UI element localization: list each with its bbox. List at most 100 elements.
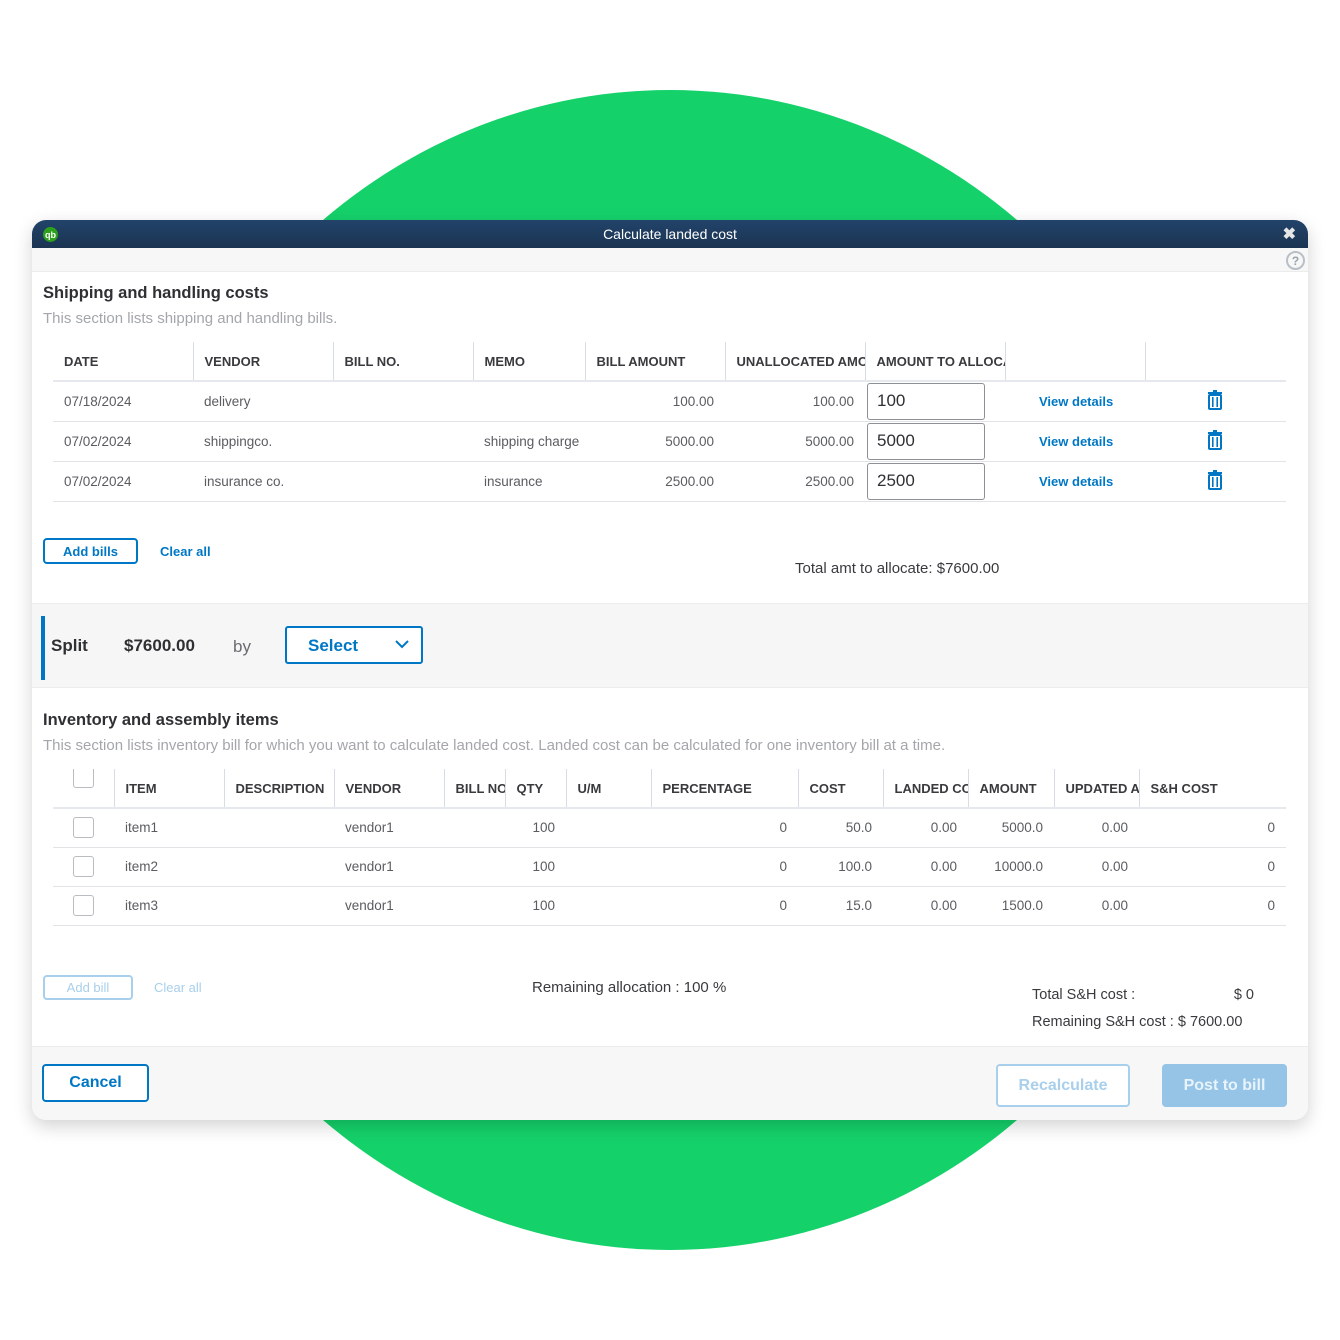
recalculate-button[interactable]: Recalculate — [996, 1064, 1130, 1107]
cell-cost: 100.0 — [798, 847, 883, 887]
col-landed-cost[interactable]: LANDED COST — [882, 769, 968, 809]
col-amount-to-allocate[interactable]: AMOUNT TO ALLOCATE — [864, 342, 1005, 382]
col-qty[interactable]: QTY — [504, 769, 566, 809]
col-date[interactable]: DATE — [53, 342, 193, 382]
split-method-select[interactable]: Select — [285, 626, 423, 664]
total-sh-cost-label: Total S&H cost : — [1032, 987, 1136, 1003]
split-section: Split $7600.00 by Select — [32, 603, 1308, 688]
cell-details: View details — [1005, 461, 1145, 502]
cell-vendor: vendor1 — [334, 847, 444, 887]
cell-unallocated: 100.00 — [725, 381, 865, 422]
cell-description — [224, 847, 334, 887]
cell-bill-no — [333, 461, 473, 502]
row-checkbox[interactable] — [73, 856, 94, 877]
col-percentage[interactable]: PERCENTAGE — [650, 769, 798, 809]
cell-vendor: vendor1 — [334, 808, 444, 848]
split-accent-bar — [41, 616, 45, 680]
remaining-sh-cost-value: $ 7600.00 — [1177, 1014, 1243, 1030]
view-details-link[interactable]: View details — [1039, 394, 1113, 409]
col-unallocated-amount[interactable]: UNALLOCATED AMOUNT — [724, 342, 865, 382]
view-details-link[interactable]: View details — [1039, 474, 1113, 489]
cell-landed-cost: 0.00 — [883, 808, 968, 848]
col-item[interactable]: ITEM — [113, 769, 224, 809]
col-bill-amount[interactable]: BILL AMOUNT — [584, 342, 725, 382]
cancel-button[interactable]: Cancel — [42, 1064, 149, 1102]
cell-um — [566, 808, 651, 848]
cell-cost: 50.0 — [798, 808, 883, 848]
cell-details: View details — [1005, 421, 1145, 462]
cell-updated-amount: 0.00 — [1054, 808, 1139, 848]
close-icon[interactable]: ✖ — [1283, 224, 1296, 244]
cell-percentage: 0 — [651, 808, 798, 848]
inventory-section-subtitle: This section lists inventory bill for wh… — [43, 737, 946, 754]
cell-unallocated: 5000.00 — [725, 421, 865, 462]
clear-all-bills-link[interactable]: Clear all — [160, 544, 211, 559]
cell-memo — [473, 381, 585, 422]
col-vendor[interactable]: VENDOR — [333, 769, 444, 809]
cell-date: 07/02/2024 — [53, 461, 193, 502]
col-delete — [1144, 342, 1286, 382]
col-bill-no[interactable]: BILL NO — [443, 769, 505, 809]
table-row: 07/02/2024 shippingco. shipping charge 5… — [53, 421, 1286, 462]
cell-memo: insurance — [473, 461, 585, 502]
col-bill-no[interactable]: BILL NO. — [332, 342, 473, 382]
title-bar: qb Calculate landed cost ✖ — [32, 220, 1308, 248]
dialog-footer: Cancel Recalculate Post to bill — [32, 1046, 1308, 1120]
cell-select — [53, 847, 114, 887]
cell-sh-cost: 0 — [1139, 808, 1286, 848]
cell-delete — [1145, 381, 1286, 422]
cell-memo: shipping charge — [473, 421, 585, 462]
help-icon[interactable]: ? — [1286, 251, 1305, 270]
col-details — [1004, 342, 1145, 382]
inventory-section-title: Inventory and assembly items — [43, 711, 279, 729]
cell-qty: 100 — [505, 847, 566, 887]
col-um[interactable]: U/M — [565, 769, 651, 809]
row-checkbox[interactable] — [73, 895, 94, 916]
table-row: item3 vendor1 100 0 15.0 0.00 1500.0 0.0… — [53, 886, 1286, 926]
cell-percentage: 0 — [651, 886, 798, 926]
cell-vendor: insurance co. — [193, 461, 333, 502]
cell-bill-no — [444, 808, 505, 848]
select-all-checkbox[interactable] — [73, 769, 94, 788]
cell-unallocated: 2500.00 — [725, 461, 865, 502]
cell-cost: 15.0 — [798, 886, 883, 926]
cell-amount-to-allocate — [865, 421, 1005, 462]
cell-description — [224, 886, 334, 926]
cell-sh-cost: 0 — [1139, 847, 1286, 887]
chevron-down-icon — [395, 640, 409, 649]
col-updated-amount[interactable]: UPDATED AMOUNT — [1053, 769, 1139, 809]
inventory-items-table: ITEM DESCRIPTION VENDOR BILL NO QTY U/M … — [53, 769, 1286, 926]
amount-to-allocate-input[interactable] — [867, 382, 985, 420]
add-bill-button[interactable]: Add bill — [43, 975, 133, 1000]
table-row: item1 vendor1 100 0 50.0 0.00 5000.0 0.0… — [53, 808, 1286, 848]
col-sh-cost[interactable]: S&H COST — [1138, 769, 1286, 809]
add-bills-button[interactable]: Add bills — [43, 538, 138, 564]
amount-to-allocate-input[interactable] — [867, 422, 985, 460]
col-memo[interactable]: MEMO — [472, 342, 585, 382]
amount-to-allocate-input[interactable] — [867, 462, 985, 500]
trash-icon[interactable] — [1207, 389, 1223, 410]
post-to-bill-button[interactable]: Post to bill — [1162, 1064, 1287, 1107]
inventory-header-row: ITEM DESCRIPTION VENDOR BILL NO QTY U/M … — [53, 769, 1286, 809]
col-cost[interactable]: COST — [797, 769, 883, 809]
row-checkbox[interactable] — [73, 817, 94, 839]
cell-qty: 100 — [505, 808, 566, 848]
col-vendor[interactable]: VENDOR — [192, 342, 333, 382]
col-amount[interactable]: AMOUNT — [967, 769, 1054, 809]
cell-details: View details — [1005, 381, 1145, 422]
cell-landed-cost: 0.00 — [883, 847, 968, 887]
col-description[interactable]: DESCRIPTION — [223, 769, 334, 809]
trash-icon[interactable] — [1207, 469, 1223, 490]
clear-all-items-link[interactable]: Clear all — [154, 980, 202, 995]
cell-bill-no — [333, 421, 473, 462]
total-sh-cost-line: Total S&H cost : $ 0 — [1032, 986, 1254, 1005]
cell-vendor: delivery — [193, 381, 333, 422]
remaining-sh-cost-label: Remaining S&H cost : — [1032, 1014, 1174, 1030]
split-label: Split — [51, 636, 88, 655]
trash-icon[interactable] — [1207, 429, 1223, 450]
cell-select — [53, 808, 114, 848]
view-details-link[interactable]: View details — [1039, 434, 1113, 449]
total-amount-to-allocate: Total amt to allocate: $7600.00 — [795, 560, 1000, 577]
cell-item: item3 — [114, 886, 224, 926]
cell-date: 07/02/2024 — [53, 421, 193, 462]
